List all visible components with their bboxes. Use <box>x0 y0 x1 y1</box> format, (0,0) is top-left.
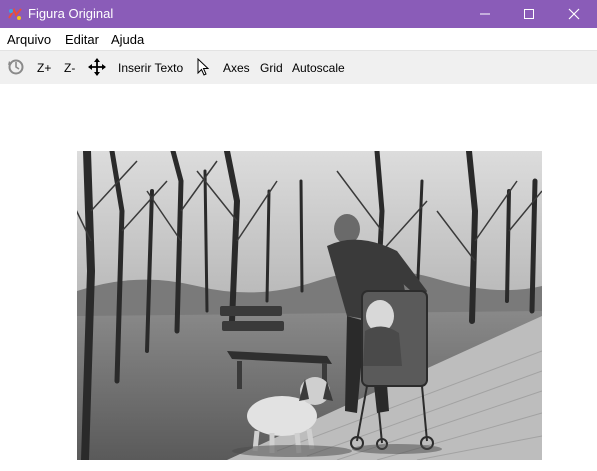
grid-button[interactable]: Grid <box>260 61 283 75</box>
figure-image <box>77 151 542 460</box>
menu-help[interactable]: Ajuda <box>111 32 144 47</box>
reset-view-icon[interactable] <box>7 58 25 76</box>
minimize-icon <box>480 13 490 15</box>
cursor-arrow-icon[interactable] <box>195 58 213 76</box>
close-icon <box>568 8 580 20</box>
minimize-button[interactable] <box>462 0 508 28</box>
menu-file[interactable]: Arquivo <box>7 32 51 47</box>
zoom-in-button[interactable]: Z+ <box>37 61 51 75</box>
toolbar: Z+ Z- Inserir Texto Axes Grid Autoscale <box>0 50 597 85</box>
autoscale-button[interactable]: Autoscale <box>292 61 345 75</box>
insert-text-button[interactable]: Inserir Texto <box>118 61 183 75</box>
maximize-button[interactable] <box>506 0 552 28</box>
maximize-icon <box>524 9 534 19</box>
title-bar: Figura Original <box>0 0 597 28</box>
app-logo-icon <box>8 7 22 20</box>
menu-edit[interactable]: Editar <box>65 32 99 47</box>
window-title: Figura Original <box>28 6 114 21</box>
zoom-out-button[interactable]: Z- <box>64 61 75 75</box>
pan-move-icon[interactable] <box>88 58 106 76</box>
axes-button[interactable]: Axes <box>223 61 250 75</box>
figure-canvas[interactable] <box>0 84 597 471</box>
close-button[interactable] <box>551 0 597 28</box>
menu-bar: Arquivo Editar Ajuda <box>0 28 597 50</box>
